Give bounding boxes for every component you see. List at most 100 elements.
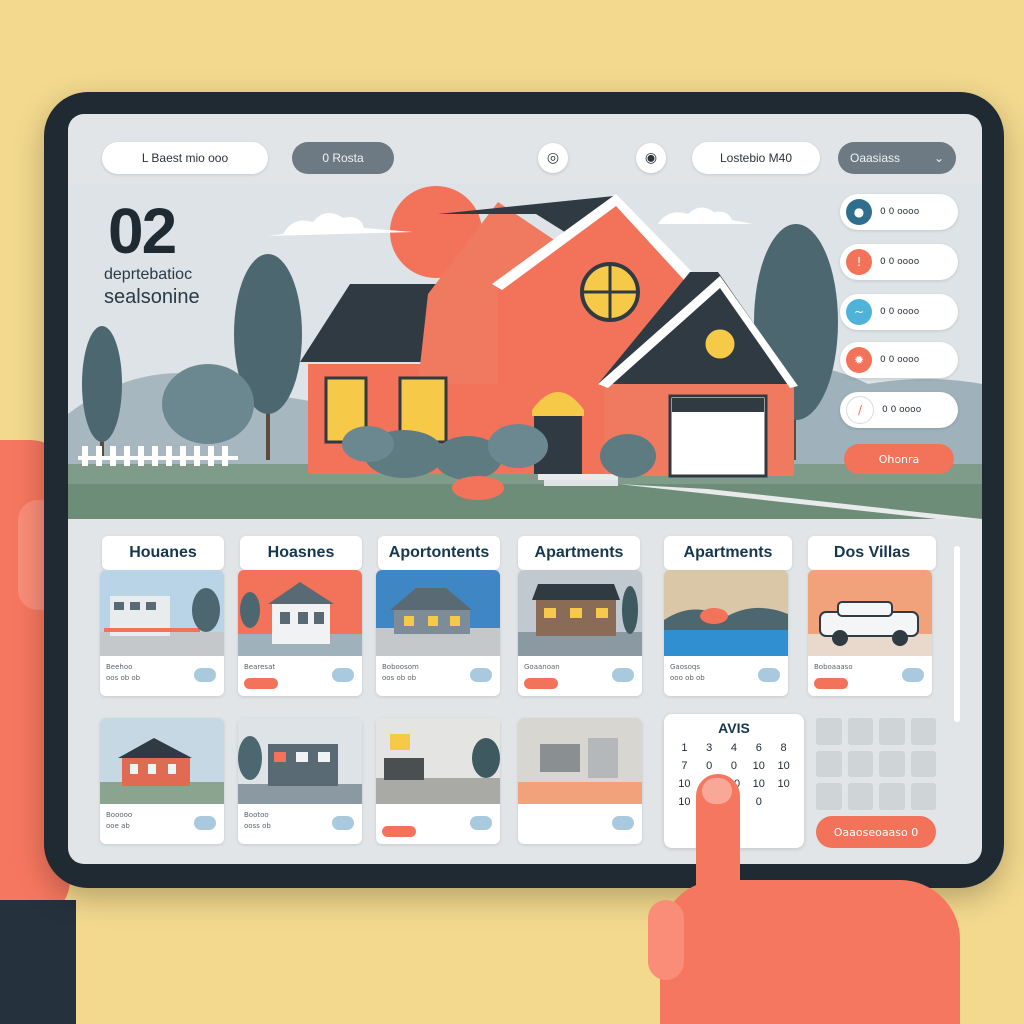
amenity-tile[interactable] [816, 750, 842, 778]
amenity-tile[interactable] [879, 783, 905, 810]
favorite-toggle[interactable] [470, 668, 492, 682]
category-tab-5[interactable]: Apartments [664, 536, 792, 570]
calendar-day[interactable]: 7 [672, 760, 697, 772]
bottom-cta-button[interactable]: Oaaoseoaaso 0 [816, 816, 936, 848]
favorite-toggle[interactable] [332, 668, 354, 682]
location-icon: ● [846, 199, 872, 225]
side-item-label: 0 0 oooo [880, 257, 920, 267]
card-title: Boboaaaso [814, 663, 853, 671]
calendar-day[interactable]: 10 [746, 778, 771, 790]
profile-icon[interactable]: ◉ [636, 143, 666, 173]
scrollbar[interactable] [954, 546, 960, 722]
amenity-tile[interactable] [847, 718, 873, 745]
favorite-toggle[interactable] [470, 816, 492, 830]
side-item-label: 0 0 oooo [882, 405, 922, 415]
amenity-tile[interactable] [816, 718, 842, 745]
calendar-title: AVIS [718, 720, 750, 736]
category-label: Houanes [129, 544, 197, 561]
category-label: Aportontents [388, 544, 490, 561]
amenity-tile[interactable] [847, 750, 873, 778]
card-title: Bootoo [244, 811, 269, 819]
side-cta-button[interactable]: Ohonra [844, 444, 954, 474]
listing-image [664, 570, 788, 656]
category-tab-3[interactable]: Aportontents [378, 536, 500, 570]
hero-line-1: deprtebatioc [104, 266, 193, 283]
calendar-day[interactable]: 6 [746, 742, 771, 754]
calendar-day[interactable]: 10 [672, 778, 697, 790]
category-tab-4[interactable]: Apartments [518, 536, 640, 570]
listing-image [376, 570, 500, 656]
amenity-tile[interactable] [879, 718, 905, 745]
price-tag [382, 826, 416, 837]
category-label: Dos Villas [833, 544, 911, 561]
amenity-tile[interactable] [910, 750, 936, 778]
calendar-day[interactable]: 0 [697, 760, 722, 772]
listing-image [238, 718, 362, 804]
side-item-4[interactable]: ✹ 0 0 oooo [840, 342, 958, 378]
amenity-tiles [816, 718, 936, 810]
listing-card[interactable]: Gaosoqs ooo ob ob [664, 570, 788, 696]
listing-card[interactable]: Bearesat [238, 570, 362, 696]
calendar-day[interactable]: 0 [746, 796, 771, 808]
favorite-toggle[interactable] [332, 816, 354, 830]
filter-pill[interactable]: 0 Rosta [292, 142, 394, 174]
listing-pill[interactable]: Lostebio M40 [692, 142, 820, 174]
favorite-toggle[interactable] [612, 668, 634, 682]
listing-image [100, 718, 224, 804]
side-item-2[interactable]: ! 0 0 oooo [840, 244, 958, 280]
amenity-tile[interactable] [816, 783, 842, 810]
listing-image [238, 570, 362, 656]
chevron-down-icon: ⌄ [933, 151, 944, 165]
listing-card[interactable]: Boboosom oos ob ob [376, 570, 500, 696]
calendar-day[interactable] [771, 796, 796, 808]
favorite-toggle[interactable] [612, 816, 634, 830]
amenity-tile[interactable] [879, 750, 905, 778]
card-subtitle: ooe ab [106, 822, 130, 830]
calendar-day[interactable]: 10 [746, 760, 771, 772]
account-label: Oaasiass [850, 151, 901, 165]
listing-card[interactable]: Bootoo ooss ob [238, 718, 362, 844]
calendar-day[interactable]: 8 [771, 742, 796, 754]
listing-card[interactable]: Goaanoan [518, 570, 642, 696]
bottom-cta-label: Oaaoseoaaso 0 [833, 825, 919, 839]
card-subtitle: ooss ob [244, 822, 271, 830]
favorite-toggle[interactable] [758, 668, 780, 682]
category-tab-2[interactable]: Hoasnes [240, 536, 362, 570]
calendar-day[interactable]: 1 [672, 742, 697, 754]
calendar-day[interactable]: 10 [672, 796, 697, 808]
favorite-toggle[interactable] [902, 668, 924, 682]
amenity-tile[interactable] [847, 783, 873, 810]
side-item-5[interactable]: / 0 0 oooo [840, 392, 958, 428]
listing-image [808, 570, 932, 656]
amenity-tile[interactable] [910, 783, 936, 810]
card-title: Gaosoqs [670, 663, 701, 671]
card-title: Bearesat [244, 663, 276, 671]
listing-card[interactable] [518, 718, 642, 844]
category-tab-1[interactable]: Houanes [102, 536, 224, 570]
account-pill[interactable]: Oaasiass ⌄ [838, 142, 956, 174]
calendar-day[interactable]: 4 [722, 742, 747, 754]
listing-card[interactable]: Beehoo oos ob ob [100, 570, 224, 696]
favorite-toggle[interactable] [194, 668, 216, 682]
side-item-1[interactable]: ● 0 0 oooo [840, 194, 958, 230]
calendar-day[interactable]: 3 [697, 742, 722, 754]
listing-card[interactable] [376, 718, 500, 844]
calendar-day[interactable]: 10 [771, 760, 796, 772]
side-item-label: 0 0 oooo [880, 355, 920, 365]
card-subtitle: oos ob ob [106, 674, 141, 682]
favorite-toggle[interactable] [194, 816, 216, 830]
calendar-day[interactable]: 10 [771, 778, 796, 790]
listing-image [100, 570, 224, 656]
side-item-3[interactable]: ~0 0 oooo [840, 294, 958, 330]
amenity-tile[interactable] [910, 718, 936, 745]
listing-card[interactable]: Booooo ooe ab [100, 718, 224, 844]
calendar-day[interactable]: 0 [722, 760, 747, 772]
side-cta-label: Ohonra [878, 452, 920, 466]
search-pill[interactable]: L Baest mio ooo [102, 142, 268, 174]
listing-image [376, 718, 500, 804]
listing-card[interactable]: Boboaaaso [808, 570, 932, 696]
hero-number: 02 [108, 195, 177, 267]
price-tag [814, 678, 848, 689]
chat-icon[interactable]: ◎ [538, 143, 568, 173]
category-tab-6[interactable]: Dos Villas [808, 536, 936, 570]
